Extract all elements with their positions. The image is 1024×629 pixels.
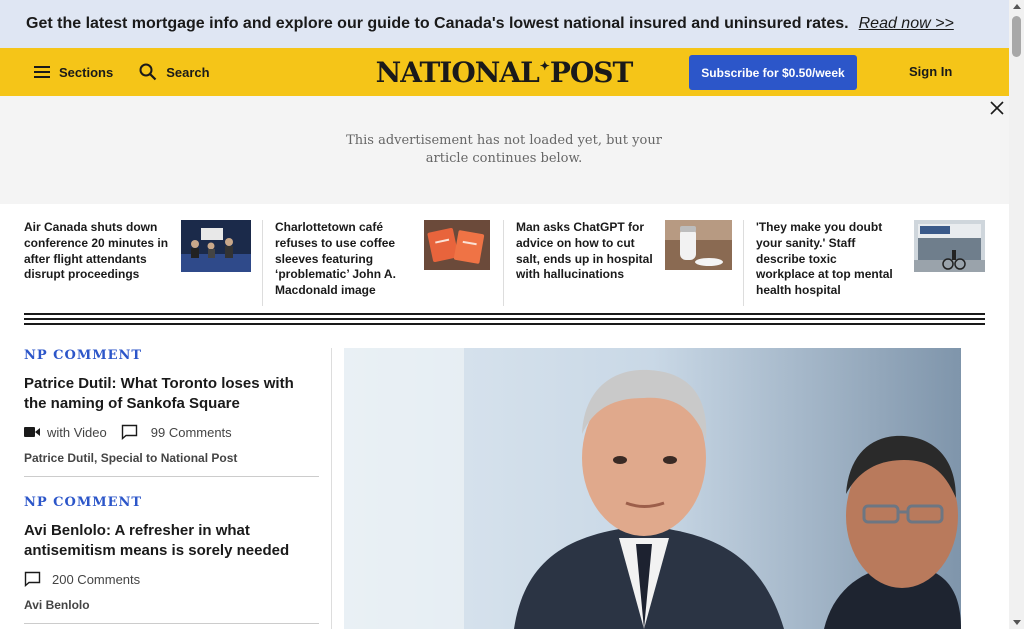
article-byline[interactable]: Patrice Dutil, Special to National Post [24, 451, 319, 465]
story-card[interactable]: Charlottetown café refuses to use coffee… [263, 220, 504, 306]
subscribe-button[interactable]: Subscribe for $0.50/week [689, 55, 857, 90]
trending-stories-strip: Air Canada shuts down conference 20 minu… [24, 220, 985, 308]
article-headline[interactable]: Patrice Dutil: What Toronto loses with t… [24, 374, 319, 414]
opinion-column: NP COMMENT Patrice Dutil: What Toronto l… [24, 348, 319, 624]
hero-photo[interactable] [344, 348, 961, 629]
scroll-up-arrow-icon[interactable] [1013, 4, 1021, 9]
story-thumbnail[interactable] [424, 220, 490, 270]
site-header: Sections Search NATIONAL ✦ POST Subscribe … [0, 48, 1009, 96]
comment-count[interactable]: 200 Comments [52, 572, 140, 587]
comment-icon [121, 424, 137, 440]
search-icon [139, 63, 157, 81]
article-item[interactable]: NP COMMENT Avi Benlolo: A refresher in w… [24, 495, 319, 624]
article-byline[interactable]: Avi Benlolo [24, 598, 319, 612]
article-item[interactable]: NP COMMENT Patrice Dutil: What Toronto l… [24, 348, 319, 477]
sign-in-link[interactable]: Sign In [909, 64, 952, 79]
scroll-down-arrow-icon[interactable] [1013, 620, 1021, 625]
search-label: Search [166, 64, 210, 80]
article-meta: with Video 99 Comments [24, 423, 319, 441]
promo-text: Get the latest mortgage info and explore… [26, 15, 849, 32]
video-camera-icon [24, 427, 40, 437]
story-title: Charlottetown café refuses to use coffee… [275, 220, 396, 298]
logo-text-right: POST [549, 55, 634, 89]
logo-text-left: NATIONAL [375, 55, 540, 89]
sections-button[interactable]: Sections [34, 48, 113, 96]
search-button[interactable]: Search [139, 48, 210, 96]
close-icon[interactable] [988, 99, 1006, 117]
story-title: Man asks ChatGPT for advice on how to cu… [516, 220, 653, 282]
story-card[interactable]: Man asks ChatGPT for advice on how to cu… [504, 220, 744, 306]
story-title: 'They make you doubt your sanity.' Staff… [756, 220, 893, 298]
advertisement-placeholder: This advertisement has not loaded yet, b… [0, 96, 1009, 204]
article-headline[interactable]: Avi Benlolo: A refresher in what antisem… [24, 521, 319, 561]
comment-count[interactable]: 99 Comments [151, 425, 232, 440]
hamburger-menu-icon [34, 66, 50, 78]
video-label: with Video [47, 424, 107, 440]
comment-icon [24, 571, 41, 587]
story-thumbnail[interactable] [914, 220, 985, 272]
article-category[interactable]: NP COMMENT [24, 495, 319, 510]
national-post-logo[interactable]: NATIONAL ✦ POST [376, 56, 634, 89]
maple-leaf-icon: ✦ [539, 59, 550, 73]
scrollbar-thumb[interactable] [1012, 16, 1021, 57]
article-meta: 200 Comments [24, 570, 319, 588]
article-category[interactable]: NP COMMENT [24, 348, 319, 363]
story-title: Air Canada shuts down conference 20 minu… [24, 220, 169, 282]
story-thumbnail[interactable] [665, 220, 732, 270]
story-card[interactable]: 'They make you doubt your sanity.' Staff… [744, 220, 985, 306]
promo-read-now-link[interactable]: Read now >> [859, 15, 954, 33]
section-divider [24, 313, 985, 325]
story-card[interactable]: Air Canada shuts down conference 20 minu… [24, 220, 263, 306]
ad-message: This advertisement has not loaded yet, b… [346, 133, 662, 166]
promo-banner: Get the latest mortgage info and explore… [0, 0, 1009, 48]
sections-label: Sections [59, 64, 114, 80]
column-divider [331, 348, 332, 629]
page-scrollbar[interactable] [1009, 0, 1024, 629]
story-thumbnail[interactable] [181, 220, 251, 272]
